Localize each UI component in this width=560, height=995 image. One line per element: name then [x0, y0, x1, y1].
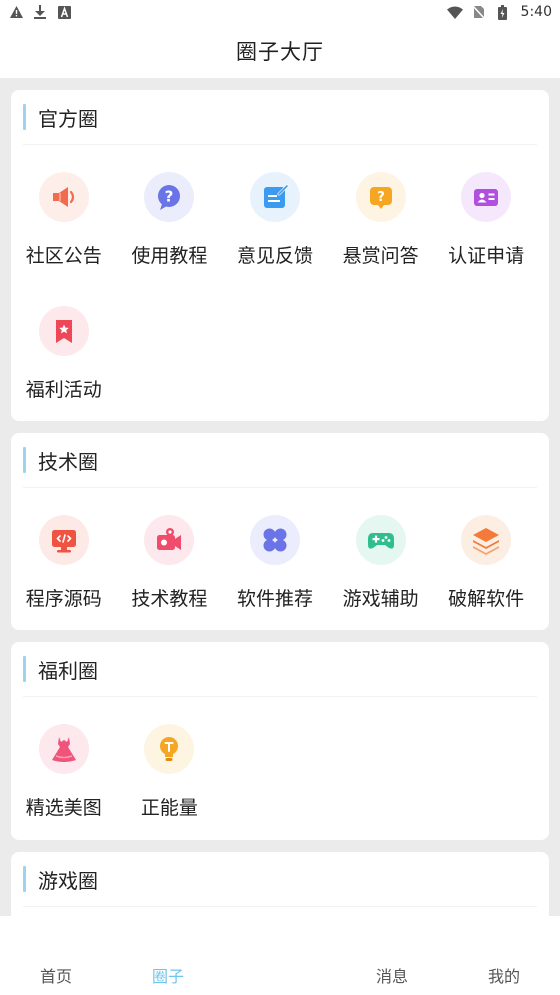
section-card-official: 官方圈 社区公告 ? 使用教程 意见反馈 ? 悬赏问答 认证申请 福利活动 [11, 90, 549, 421]
item-label: 正能量 [140, 797, 198, 819]
content-scroll[interactable]: 官方圈 社区公告 ? 使用教程 意见反馈 ? 悬赏问答 认证申请 福利活动 技术… [0, 78, 560, 916]
question-chat-icon: ? [144, 172, 195, 222]
status-time: 5:40 [520, 4, 552, 20]
bookmark-star-icon [38, 306, 89, 356]
dress-icon [38, 724, 89, 774]
circle-item-tutorial[interactable]: ? 使用教程 [117, 145, 223, 279]
section-grid: 社区公告 ? 使用教程 意见反馈 ? 悬赏问答 认证申请 福利活动 [11, 145, 549, 413]
item-label: 软件推荐 [236, 588, 313, 610]
section-header: 官方圈 [11, 90, 549, 144]
section-accent-bar [23, 656, 26, 682]
megaphone-icon [38, 172, 89, 222]
svg-text:?: ? [165, 188, 174, 206]
status-bar: 5:40 [0, 0, 560, 24]
tab-label: 我的 [487, 967, 520, 986]
reward-question-icon: ? [355, 172, 406, 222]
svg-text:?: ? [377, 190, 385, 205]
item-label: 技术教程 [131, 588, 208, 610]
page-title: 圈子大厅 [236, 40, 324, 64]
code-monitor-icon [38, 515, 89, 565]
tab-home[interactable]: 首页 [11, 916, 101, 995]
section-accent-bar [23, 447, 26, 473]
tab-label: 圈子 [151, 967, 184, 986]
tab-label: 首页 [39, 967, 72, 986]
circle-item-source-code[interactable]: 程序源码 [11, 488, 117, 622]
circle-item-welfare-activity[interactable]: 福利活动 [11, 279, 117, 413]
feedback-edit-icon [249, 172, 300, 222]
battery-icon [495, 4, 511, 20]
layers-icon [461, 515, 512, 565]
tab-messages[interactable]: 消息 [347, 916, 437, 995]
tab-label: 消息 [375, 967, 408, 986]
wifi-icon [446, 4, 463, 20]
item-label: 使用教程 [131, 245, 208, 267]
a-icon [56, 4, 72, 20]
section-title: 官方圈 [38, 106, 98, 131]
item-label: 福利活动 [25, 379, 102, 401]
circle-item-reward-qa[interactable]: ? 悬赏问答 [328, 145, 434, 279]
section-title: 技术圈 [38, 449, 98, 474]
bottom-tab-bar: 首页 圈子 消息 我的 [0, 916, 560, 995]
section-title: 游戏圈 [38, 868, 98, 893]
circle-item-verification[interactable]: 认证申请 [433, 145, 539, 279]
circle-item-software-recommend[interactable]: 软件推荐 [222, 488, 328, 622]
warning-icon [8, 4, 24, 20]
circle-item-crack-software[interactable]: 破解软件 [433, 488, 539, 622]
tab-circle[interactable]: 圈子 [123, 916, 213, 995]
section-divider [23, 906, 537, 907]
circle-item-feedback[interactable]: 意见反馈 [222, 145, 328, 279]
item-label: 社区公告 [25, 245, 102, 267]
status-bar-left [8, 4, 72, 20]
id-card-icon [461, 172, 512, 222]
item-label: 破解软件 [448, 588, 525, 610]
apps-grid-icon [249, 515, 300, 565]
item-label: 认证申请 [448, 245, 525, 267]
section-accent-bar [23, 866, 26, 892]
download-icon [32, 4, 48, 20]
status-bar-right: 5:40 [446, 4, 552, 20]
item-label: 精选美图 [25, 797, 102, 819]
section-grid: 精选美图 正能量 [11, 697, 549, 831]
section-header: 技术圈 [11, 433, 549, 487]
app-bar: 圈子大厅 [0, 24, 560, 78]
no-sim-icon [471, 4, 487, 20]
circle-item-beauty-pictures[interactable]: 精选美图 [11, 697, 117, 831]
item-label: 游戏辅助 [342, 588, 419, 610]
item-label: 程序源码 [25, 588, 102, 610]
section-accent-bar [23, 104, 26, 130]
section-title: 福利圈 [38, 658, 98, 683]
gamepad-icon [355, 515, 406, 565]
section-header: 游戏圈 [11, 852, 549, 906]
circle-item-positive-energy[interactable]: 正能量 [117, 697, 223, 831]
video-camera-icon [144, 515, 195, 565]
item-label: 意见反馈 [236, 245, 313, 267]
item-label: 悬赏问答 [342, 245, 419, 267]
section-card-tech: 技术圈 程序源码 技术教程 软件推荐 游戏辅助 破解软件 [11, 433, 549, 630]
circle-item-game-assist[interactable]: 游戏辅助 [328, 488, 434, 622]
circle-item-tech-tutorial[interactable]: 技术教程 [117, 488, 223, 622]
lightbulb-icon [144, 724, 195, 774]
section-card-welfare: 福利圈 精选美图 正能量 [11, 642, 549, 840]
section-grid: 程序源码 技术教程 软件推荐 游戏辅助 破解软件 [11, 488, 549, 622]
circle-item-announcement[interactable]: 社区公告 [11, 145, 117, 279]
section-card-game: 游戏圈 [11, 852, 549, 916]
section-header: 福利圈 [11, 642, 549, 696]
tab-mine[interactable]: 我的 [459, 916, 549, 995]
